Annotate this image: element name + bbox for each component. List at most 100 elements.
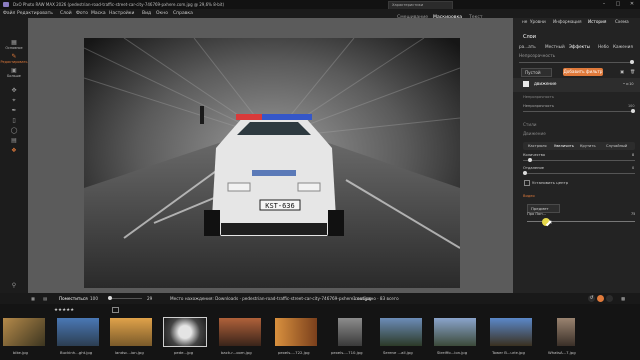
panel-toggle-icon[interactable]: ▩ — [621, 293, 625, 304]
brush-icon[interactable]: ✒ — [10, 108, 18, 114]
panel-tab-0[interactable]: не — [522, 19, 527, 24]
menu-help[interactable]: Справка — [173, 9, 193, 18]
protect-label: Про Поп... — [527, 212, 547, 216]
move-icon[interactable]: ✥ — [10, 88, 18, 94]
filmstrip-thumb[interactable] — [490, 318, 532, 346]
zoom-icon[interactable]: ⚲ — [10, 283, 18, 289]
filmstrip-thumb[interactable] — [110, 318, 152, 346]
distance-slider[interactable] — [523, 173, 635, 174]
svg-text:KST-636: KST-636 — [265, 202, 295, 210]
rating-stars[interactable]: ★★★★★ — [54, 308, 74, 313]
amount-value: 8 — [632, 153, 635, 157]
menu-bar: Файл Редактировать Слой Фото Маска Настр… — [0, 9, 640, 18]
thumb-label: back-r...oom.jpg — [221, 350, 252, 355]
preset-dropdown-label: Предмет — [531, 206, 549, 211]
mode-twist[interactable]: Крутить — [580, 144, 596, 148]
thumb-label: bike.jpg — [13, 350, 28, 355]
subtab-effects[interactable]: Эффекты — [569, 44, 590, 49]
menu-window[interactable]: Окно — [156, 9, 168, 18]
filmstrip-thumb[interactable] — [434, 318, 476, 346]
filmstrip-thumb[interactable] — [57, 318, 99, 346]
title-bar: DxO Photo RAW MAX 2026 (pedestrian-road-… — [0, 0, 640, 9]
filmstrip-thumb-selected[interactable] — [163, 317, 207, 347]
fit-label[interactable]: Поместиться — [59, 293, 88, 304]
layer-thumbnail — [523, 81, 529, 87]
mouse-cursor-icon: ⬈ — [545, 219, 553, 229]
empty-dropdown[interactable]: Пустой — [521, 68, 552, 77]
filmstrip-thumb[interactable] — [380, 318, 422, 346]
maximize-icon[interactable]: □ — [611, 0, 625, 9]
mode-zoom[interactable]: Увеличить — [554, 144, 574, 148]
mode-pan[interactable]: Кастрюля — [528, 144, 547, 148]
zoom-knob[interactable] — [108, 296, 112, 300]
filmstrip-thumb[interactable] — [219, 318, 261, 346]
thumb-label: Streiffo...ion.jpg — [437, 350, 468, 355]
panel-tab-levels[interactable]: Уровни — [530, 19, 546, 24]
menu-settings[interactable]: Настройки — [109, 9, 134, 18]
panel-tab-info[interactable]: Информация — [553, 19, 582, 24]
menu-photo[interactable]: Фото — [76, 9, 88, 18]
subtab-local[interactable]: Местный — [545, 44, 565, 49]
close-icon[interactable]: ✕ — [625, 0, 639, 9]
opacity-slider[interactable] — [519, 62, 634, 63]
thumb-image — [110, 318, 152, 346]
protect-value: 75 — [631, 212, 636, 216]
minimize-icon[interactable]: – — [597, 0, 611, 9]
photo-canvas[interactable]: KST-636 — [84, 38, 460, 288]
menu-mask[interactable]: Маска — [91, 9, 106, 18]
gradient-icon[interactable]: ▤ — [10, 138, 18, 144]
before-after-icon[interactable] — [597, 295, 604, 302]
menu-layer[interactable]: Слой — [60, 9, 72, 18]
layer-name: движение — [534, 81, 557, 86]
duplicate-icon[interactable]: ▣ — [620, 69, 624, 74]
layer-row[interactable] — [513, 78, 640, 92]
layer-opacity-knob[interactable] — [631, 109, 635, 113]
delete-icon[interactable]: 🗑 — [630, 69, 635, 75]
eraser-icon[interactable]: ▯ — [10, 118, 18, 124]
thumb-label: pexels-...722.jpg — [278, 350, 310, 355]
thumb-image — [434, 318, 476, 346]
distance-label: Отдаление — [523, 166, 545, 170]
panel-tab-history[interactable]: История — [588, 19, 606, 24]
filmstrip-thumb[interactable] — [275, 318, 317, 346]
thumb-label: Buckinh...ght.jpg — [60, 350, 93, 355]
list-view-icon[interactable]: ▤ — [43, 293, 47, 304]
thumb-image — [164, 318, 206, 346]
panel-tab-schema[interactable]: Схема — [615, 19, 629, 24]
crop-icon[interactable]: ⌖ — [10, 98, 18, 104]
subtab-edit[interactable]: ра...ать — [519, 44, 536, 49]
menu-file[interactable]: Файл — [3, 9, 15, 18]
undo-icon[interactable]: ↺ — [588, 295, 595, 302]
filmstrip: ★★★★★ bike.jpg Buckinh...ght.jpg landsc.… — [0, 304, 640, 360]
menu-edit[interactable]: Редактировать — [17, 9, 53, 18]
compare-icon[interactable] — [606, 295, 613, 302]
tool-label-more: Больше — [7, 74, 21, 78]
mode-random[interactable]: Случайный — [606, 144, 627, 148]
panel-title: Слои — [523, 34, 536, 40]
add-filter-button[interactable]: Добавить фильтр — [563, 68, 603, 76]
grid-view-icon[interactable]: ▦ — [31, 293, 35, 304]
effects-icon[interactable]: ❖ — [10, 148, 18, 154]
zoom-value: 100 — [90, 296, 98, 301]
empty-dropdown-label: Пустой — [525, 70, 541, 75]
menu-view[interactable]: Вид — [142, 9, 151, 18]
set-center-checkbox[interactable] — [524, 180, 530, 186]
window-title: DxO Photo RAW MAX 2026 (pedestrian-road-… — [13, 2, 225, 7]
opacity-slider-knob[interactable] — [630, 60, 634, 64]
filmstrip-thumb[interactable] — [338, 318, 362, 346]
distance-knob[interactable] — [523, 171, 527, 175]
selection-count: 1 выбрано · 83 всего — [353, 296, 399, 301]
zoom-slider[interactable] — [108, 298, 142, 299]
amount-knob[interactable] — [528, 158, 532, 162]
clone-icon[interactable]: ◯ — [10, 128, 18, 134]
check-icon[interactable] — [112, 307, 119, 313]
thumb-label: WhatsA...7.jpg — [548, 350, 576, 355]
thumb-image — [338, 318, 362, 346]
filmstrip-thumb[interactable] — [557, 318, 575, 346]
police-car-photo: KST-636 — [84, 38, 460, 288]
amount-slider[interactable] — [523, 160, 635, 161]
subtab-sky[interactable]: Небо — [598, 44, 609, 49]
subtab-distort[interactable]: Кажения — [613, 44, 633, 49]
layer-opacity-slider[interactable] — [523, 111, 635, 112]
filmstrip-thumb[interactable] — [3, 318, 45, 346]
